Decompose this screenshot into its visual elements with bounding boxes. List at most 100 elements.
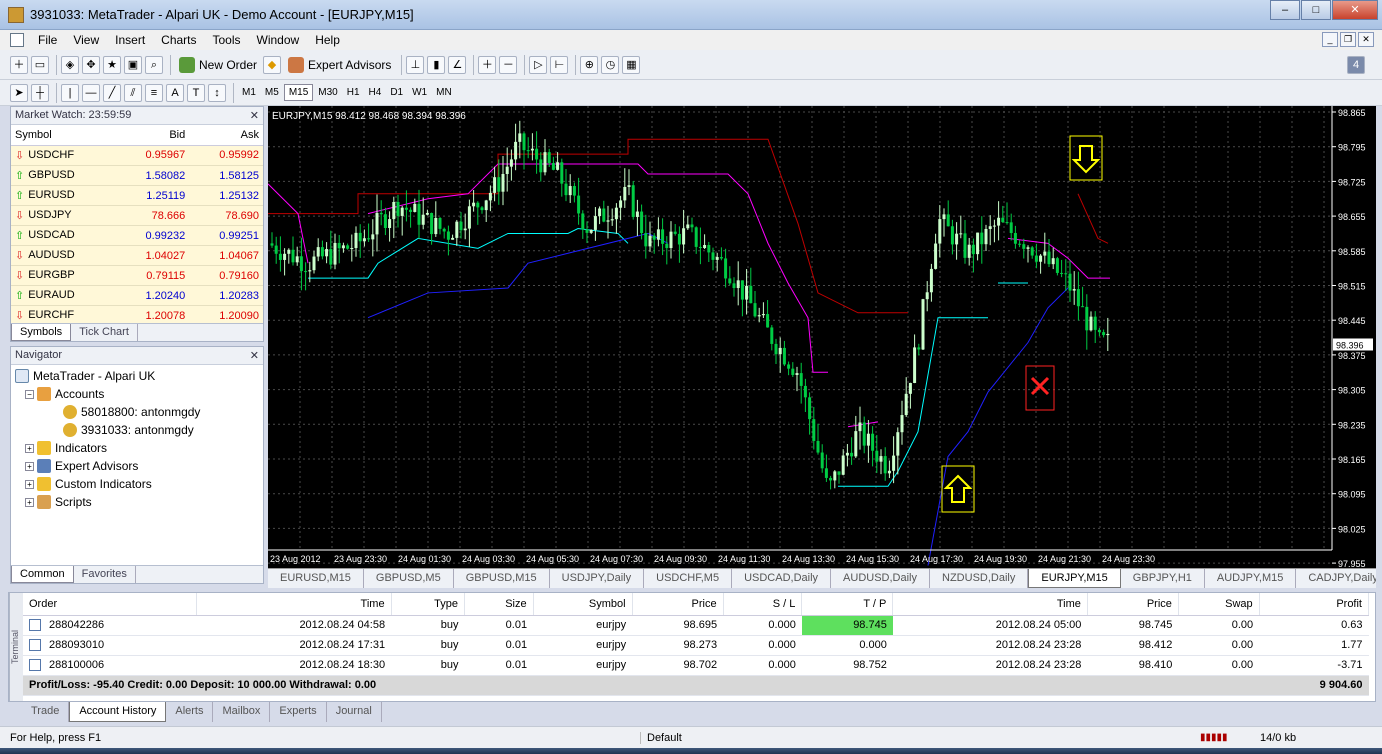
market-watch-row[interactable]: ⇩ AUDUSD 1.04027 1.04067 (11, 245, 263, 266)
maximize-button[interactable]: □ (1301, 0, 1331, 20)
text-label-icon[interactable]: T (187, 83, 205, 102)
mdi-close-button[interactable]: ✕ (1358, 32, 1374, 47)
tf-m30[interactable]: M30 (314, 85, 341, 100)
tree-indicators[interactable]: + Indicators (15, 439, 259, 457)
tab-common[interactable]: Common (11, 566, 74, 583)
menu-view[interactable]: View (65, 33, 107, 47)
indicators-icon[interactable]: ⊕ (580, 55, 599, 74)
chart-tab[interactable]: EURUSD,M15 (268, 569, 364, 588)
tree-account-2[interactable]: 3931033: antonmgdy (15, 421, 259, 439)
terminal-tab[interactable]: Trade (22, 702, 70, 722)
vertical-line-icon[interactable]: | (61, 83, 79, 102)
chart-tab[interactable]: GBPUSD,M5 (364, 569, 454, 588)
menu-file[interactable]: File (30, 33, 65, 47)
col-header[interactable]: Price (1087, 593, 1179, 616)
auto-scroll-icon[interactable]: ▷ (529, 55, 548, 74)
text-icon[interactable]: A (166, 83, 184, 102)
terminal-icon[interactable]: ▣ (124, 55, 142, 74)
crosshair-icon[interactable]: ┼ (31, 83, 49, 102)
terminal-tab[interactable]: Experts (270, 702, 327, 722)
menu-insert[interactable]: Insert (107, 33, 153, 47)
tree-expert-advisors[interactable]: + Expert Advisors (15, 457, 259, 475)
equidistant-channel-icon[interactable]: ⫽ (124, 83, 142, 102)
chart-tab[interactable]: AUDUSD,Daily (831, 569, 931, 588)
chart-tab[interactable]: CADJPY,Daily (1296, 569, 1376, 588)
cursor-icon[interactable]: ➤ (10, 83, 28, 102)
metaeditor-icon[interactable]: ◆ (263, 55, 282, 74)
market-watch-row[interactable]: ⇧ GBPUSD 1.58082 1.58125 (11, 165, 263, 186)
menu-window[interactable]: Window (249, 33, 308, 47)
line-chart-icon[interactable]: ∠ (448, 55, 467, 74)
table-row[interactable]: 288100006 2012.08.24 18:30 buy 0.01 eurjpy 98… (23, 655, 1369, 676)
profiles-icon[interactable]: ▭ (31, 55, 49, 74)
fibonacci-icon[interactable]: ≡ (145, 83, 163, 102)
arrows-icon[interactable]: ↕ (208, 83, 226, 102)
collapse-icon[interactable]: − (25, 389, 34, 399)
zoom-out-icon[interactable]: － (499, 55, 518, 74)
col-bid[interactable]: Bid (115, 125, 190, 146)
col-header[interactable]: Swap (1178, 593, 1260, 616)
navigator-icon[interactable]: ★ (103, 55, 121, 74)
market-watch-close-icon[interactable]: ✕ (250, 109, 259, 122)
col-header[interactable]: Symbol (533, 593, 633, 616)
chart-shift-icon[interactable]: ⊢ (550, 55, 569, 74)
tab-favorites[interactable]: Favorites (74, 566, 136, 583)
tf-w1[interactable]: W1 (408, 85, 431, 100)
chart-tab[interactable]: EURJPY,M15 (1028, 569, 1121, 588)
col-header[interactable]: Profit (1259, 593, 1370, 616)
col-header[interactable]: Time (892, 593, 1088, 616)
chart-tab[interactable]: GBPUSD,M15 (454, 569, 550, 588)
data-window-icon[interactable]: ✥ (82, 55, 100, 74)
tree-account-1[interactable]: 58018800: antonmgdy (15, 403, 259, 421)
market-watch-row[interactable]: ⇩ USDJPY 78.666 78.690 (11, 205, 263, 226)
chart-canvas[interactable]: 98.865 98.795 98.725 98.655 98.585 98.515 98.4… (267, 106, 1376, 569)
terminal-tab[interactable]: Account History (69, 702, 167, 722)
help-panel-icon[interactable]: 4 (1347, 56, 1365, 74)
chart-tab[interactable]: USDCAD,Daily (732, 569, 832, 588)
col-ask[interactable]: Ask (189, 125, 263, 146)
tree-root[interactable]: MetaTrader - Alpari UK (15, 367, 259, 385)
mdi-restore-button[interactable]: ❐ (1340, 32, 1356, 47)
market-watch-icon[interactable]: ◈ (61, 55, 79, 74)
horizontal-line-icon[interactable]: — (82, 83, 100, 102)
tab-symbols[interactable]: Symbols (11, 324, 72, 341)
expand-icon[interactable]: + (25, 479, 34, 489)
market-watch-row[interactable]: ⇩ USDCHF 0.95967 0.95992 (11, 145, 263, 166)
market-watch-row[interactable]: ⇧ EURAUD 1.20240 1.20283 (11, 285, 263, 306)
mdi-minimize-button[interactable]: _ (1322, 32, 1338, 47)
expand-icon[interactable]: + (25, 443, 34, 453)
close-button[interactable]: ✕ (1332, 0, 1378, 20)
market-watch-row[interactable]: ⇧ EURUSD 1.25119 1.25132 (11, 185, 263, 206)
col-header[interactable]: S / L (723, 593, 803, 616)
tf-d1[interactable]: D1 (386, 85, 407, 100)
tree-custom-indicators[interactable]: + Custom Indicators (15, 475, 259, 493)
chart-tab[interactable]: NZDUSD,Daily (930, 569, 1029, 588)
expert-advisors-button[interactable]: Expert Advisors (284, 54, 395, 76)
col-header[interactable]: Time (196, 593, 392, 616)
tf-h4[interactable]: H4 (365, 85, 386, 100)
col-header[interactable]: Price (632, 593, 724, 616)
new-chart-icon[interactable]: ＋ (10, 55, 28, 74)
terminal-tab[interactable]: Mailbox (213, 702, 271, 722)
expand-icon[interactable]: + (25, 497, 34, 507)
menu-charts[interactable]: Charts (153, 33, 204, 47)
menu-tools[interactable]: Tools (205, 33, 249, 47)
zoom-in-icon[interactable]: ＋ (478, 55, 497, 74)
tf-h1[interactable]: H1 (343, 85, 364, 100)
col-header[interactable]: T / P (801, 593, 894, 616)
tf-m5[interactable]: M5 (261, 85, 283, 100)
col-header[interactable]: Order (23, 593, 197, 616)
strategy-tester-icon[interactable]: ⌕ (145, 55, 163, 74)
expand-icon[interactable]: + (25, 461, 34, 471)
bar-chart-icon[interactable]: ⊥ (406, 55, 425, 74)
new-order-button[interactable]: New Order (175, 54, 261, 76)
tf-m1[interactable]: M1 (238, 85, 260, 100)
minimize-button[interactable]: – (1270, 0, 1300, 20)
terminal-tab[interactable]: Journal (327, 702, 382, 722)
col-header[interactable]: Size (464, 593, 534, 616)
chart-tab[interactable]: AUDJPY,M15 (1205, 569, 1297, 588)
col-symbol[interactable]: Symbol (11, 125, 116, 146)
chart-tab[interactable]: USDJPY,Daily (550, 569, 645, 588)
tree-accounts[interactable]: − Accounts (15, 385, 259, 403)
col-header[interactable]: Type (391, 593, 466, 616)
